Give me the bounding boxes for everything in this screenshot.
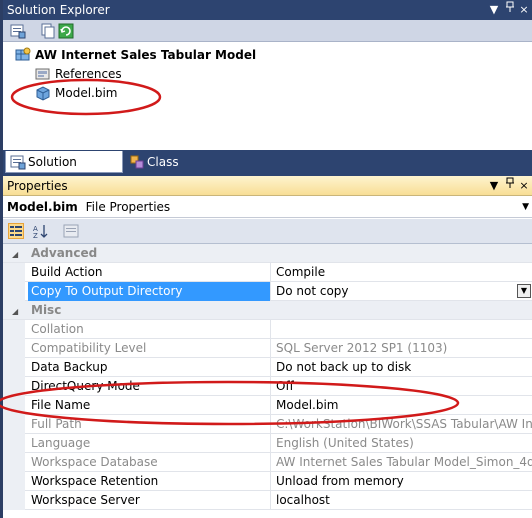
svg-text:Z: Z — [33, 232, 38, 239]
property-value[interactable]: Do not back up to disk — [272, 358, 532, 377]
row-gutter — [3, 453, 25, 472]
categorized-icon[interactable] — [8, 223, 24, 239]
property-value[interactable]: localhost — [272, 491, 532, 510]
project-name: AW Internet Sales Tabular Model — [35, 48, 257, 62]
properties-panel: Properties ▼ × Model.bim File Properties… — [0, 176, 532, 518]
category-label: Misc — [31, 303, 62, 317]
window-position-icon[interactable]: ▼ — [487, 176, 501, 196]
property-name: Build Action — [28, 263, 271, 282]
property-name: Full Path — [28, 415, 271, 434]
row-gutter — [3, 491, 25, 510]
solution-tree: AW Internet Sales Tabular Model Referenc… — [3, 42, 532, 150]
property-row-data-backup[interactable]: Data Backup Do not back up to disk — [3, 358, 532, 377]
collapse-icon[interactable]: ◢ — [12, 250, 18, 259]
close-icon[interactable]: × — [517, 0, 531, 20]
property-value[interactable]: AW Internet Sales Tabular Model_Simon_4d… — [272, 453, 532, 472]
property-row-workspace-retention[interactable]: Workspace Retention Unload from memory — [3, 472, 532, 491]
property-value[interactable]: Do not copy — [272, 282, 532, 301]
property-row-file-name[interactable]: File Name Model.bim — [3, 396, 532, 415]
property-name: File Name — [28, 396, 271, 415]
property-value[interactable] — [272, 320, 532, 339]
tabular-project-icon — [15, 47, 31, 63]
object-type: File Properties — [85, 200, 171, 214]
close-icon[interactable]: × — [517, 176, 531, 196]
property-value[interactable]: Compile — [272, 263, 532, 282]
tab-solution-explorer[interactable]: Solution Explorer — [5, 151, 123, 191]
property-grid: ◢ Advanced Build Action Compile Copy To Outp… — [3, 244, 532, 518]
property-value[interactable]: C:\WorkStation\BIWork\SSAS Tabular\AW In… — [272, 415, 532, 434]
properties-title: Properties — [7, 179, 68, 193]
panel-tab-strip: Solution Explorer Class View — [3, 150, 532, 191]
class-view-icon — [129, 154, 145, 170]
row-gutter — [3, 263, 25, 282]
property-value[interactable]: Unload from memory — [272, 472, 532, 491]
solution-explorer-panel: Solution Explorer ▼ × AW Internet Sales … — [0, 0, 532, 191]
category-row-misc[interactable]: ◢ Misc — [3, 301, 532, 320]
pin-icon[interactable] — [503, 176, 517, 196]
property-name: Workspace Database — [28, 453, 271, 472]
property-name: Language — [28, 434, 271, 453]
category-row-advanced[interactable]: ◢ Advanced — [3, 244, 532, 263]
show-all-files-icon[interactable] — [40, 23, 56, 39]
property-row-compatibility-level[interactable]: Compatibility Level SQL Server 2012 SP1 (… — [3, 339, 532, 358]
row-gutter — [3, 320, 25, 339]
property-row-directquery-mode[interactable]: DirectQuery Mode Off — [3, 377, 532, 396]
window-position-icon[interactable]: ▼ — [487, 0, 501, 20]
properties-title-bar: Properties ▼ × — [3, 176, 532, 196]
property-name: Compatibility Level — [28, 339, 271, 358]
property-value[interactable]: Off — [272, 377, 532, 396]
property-row-collation[interactable]: Collation — [3, 320, 532, 339]
object-name: Model.bim — [7, 200, 78, 214]
property-row-language[interactable]: Language English (United States) — [3, 434, 532, 453]
collapse-icon[interactable]: ◢ — [12, 307, 18, 316]
property-name: Copy To Output Directory — [28, 282, 271, 301]
property-pages-icon[interactable] — [63, 223, 79, 239]
property-row-full-path[interactable]: Full Path C:\WorkStation\BIWork\SSAS Tabu… — [3, 415, 532, 434]
property-name: Workspace Server — [28, 491, 271, 510]
solution-explorer-title-bar: Solution Explorer ▼ × — [3, 0, 532, 20]
row-gutter — [3, 434, 25, 453]
row-gutter — [3, 358, 25, 377]
property-value[interactable]: Model.bim — [272, 396, 532, 415]
property-row-copy-to-output-directory[interactable]: Copy To Output Directory Do not copy ▼ — [3, 282, 532, 301]
property-name: Workspace Retention — [28, 472, 271, 491]
refresh-icon[interactable] — [58, 23, 74, 39]
model-file-icon — [35, 85, 51, 101]
alphabetical-icon[interactable]: AZ — [33, 223, 49, 240]
solution-explorer-title: Solution Explorer — [7, 3, 110, 17]
properties-toolbar: AZ — [3, 219, 532, 244]
row-gutter — [3, 282, 25, 301]
property-row-workspace-database[interactable]: Workspace Database AW Internet Sales Tabu… — [3, 453, 532, 472]
references-icon — [35, 66, 51, 82]
property-row-build-action[interactable]: Build Action Compile — [3, 263, 532, 282]
pin-icon[interactable] — [503, 0, 517, 20]
solution-explorer-toolbar — [3, 20, 532, 42]
properties-icon[interactable] — [10, 23, 26, 39]
category-label: Advanced — [31, 246, 98, 260]
property-name: Collation — [28, 320, 271, 339]
property-name: DirectQuery Mode — [28, 377, 271, 396]
property-name: Data Backup — [28, 358, 271, 377]
row-gutter — [3, 472, 25, 491]
row-gutter — [3, 339, 25, 358]
dropdown-button[interactable]: ▼ — [517, 284, 531, 298]
row-gutter — [3, 415, 25, 434]
solution-explorer-tab-icon — [10, 154, 26, 170]
row-gutter — [3, 377, 25, 396]
model-file-label: Model.bim — [55, 86, 118, 100]
chevron-down-icon[interactable]: ▼ — [522, 196, 529, 218]
references-label: References — [55, 67, 122, 81]
property-row-workspace-server[interactable]: Workspace Server localhost — [3, 491, 532, 510]
object-selector[interactable]: Model.bim File Properties ▼ — [3, 196, 532, 218]
row-gutter — [3, 396, 25, 415]
property-value[interactable]: English (United States) — [272, 434, 532, 453]
property-value[interactable]: SQL Server 2012 SP1 (1103) — [272, 339, 532, 358]
tab-class-view[interactable]: Class View — [125, 151, 215, 191]
